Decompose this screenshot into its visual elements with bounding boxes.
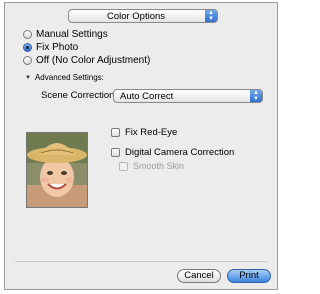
scene-correction-dropdown[interactable]: Auto Correct ▲ ▼ [113, 89, 263, 103]
fix-red-eye-label: Fix Red-Eye [125, 127, 178, 138]
footer-divider [15, 261, 267, 262]
scene-correction-label: Scene Correction: [41, 90, 118, 101]
radio-off-label: Off (No Color Adjustment) [36, 55, 151, 66]
radio-button[interactable] [23, 30, 32, 39]
print-button[interactable]: Print [227, 269, 271, 283]
checkbox[interactable] [111, 148, 120, 157]
digital-camera-label: Digital Camera Correction [125, 147, 235, 158]
scene-correction-value: Auto Correct [120, 91, 174, 102]
scene-correction-label-row: Scene Correction: [41, 90, 117, 101]
print-dialog: Color Options ▲ ▼ Manual Settings Fix Pho… [4, 2, 278, 290]
radio-button-selected[interactable] [23, 43, 32, 52]
cancel-button[interactable]: Cancel [177, 269, 221, 283]
radio-off[interactable]: Off (No Color Adjustment) [23, 55, 150, 66]
photo-preview [26, 132, 88, 208]
checkbox-disabled [119, 161, 128, 171]
options-dropdown-value: Color Options [106, 11, 166, 22]
radio-manual-settings[interactable]: Manual Settings [23, 29, 108, 40]
advanced-settings-disclosure[interactable]: ▼ Advanced Settings: [25, 73, 104, 82]
options-dropdown[interactable]: Color Options ▲ ▼ [68, 9, 218, 23]
disclosure-triangle-icon[interactable]: ▼ [25, 75, 31, 81]
smooth-skin-label: Smooth Skin [133, 161, 185, 171]
child-photo-image [27, 133, 87, 207]
dropdown-arrows-icon: ▲ ▼ [205, 10, 217, 22]
checkbox-smooth-skin: Smooth Skin [119, 161, 184, 171]
checkbox-fix-red-eye[interactable]: Fix Red-Eye [111, 127, 177, 138]
checkbox[interactable] [111, 128, 120, 137]
radio-manual-label: Manual Settings [36, 29, 108, 40]
advanced-settings-label: Advanced Settings: [34, 73, 104, 82]
radio-fix-photo[interactable]: Fix Photo [23, 42, 78, 53]
radio-fix-photo-label: Fix Photo [36, 42, 79, 53]
dropdown-arrows-icon: ▲ ▼ [250, 90, 262, 102]
radio-button[interactable] [23, 56, 32, 65]
checkbox-digital-camera-correction[interactable]: Digital Camera Correction [111, 147, 234, 158]
